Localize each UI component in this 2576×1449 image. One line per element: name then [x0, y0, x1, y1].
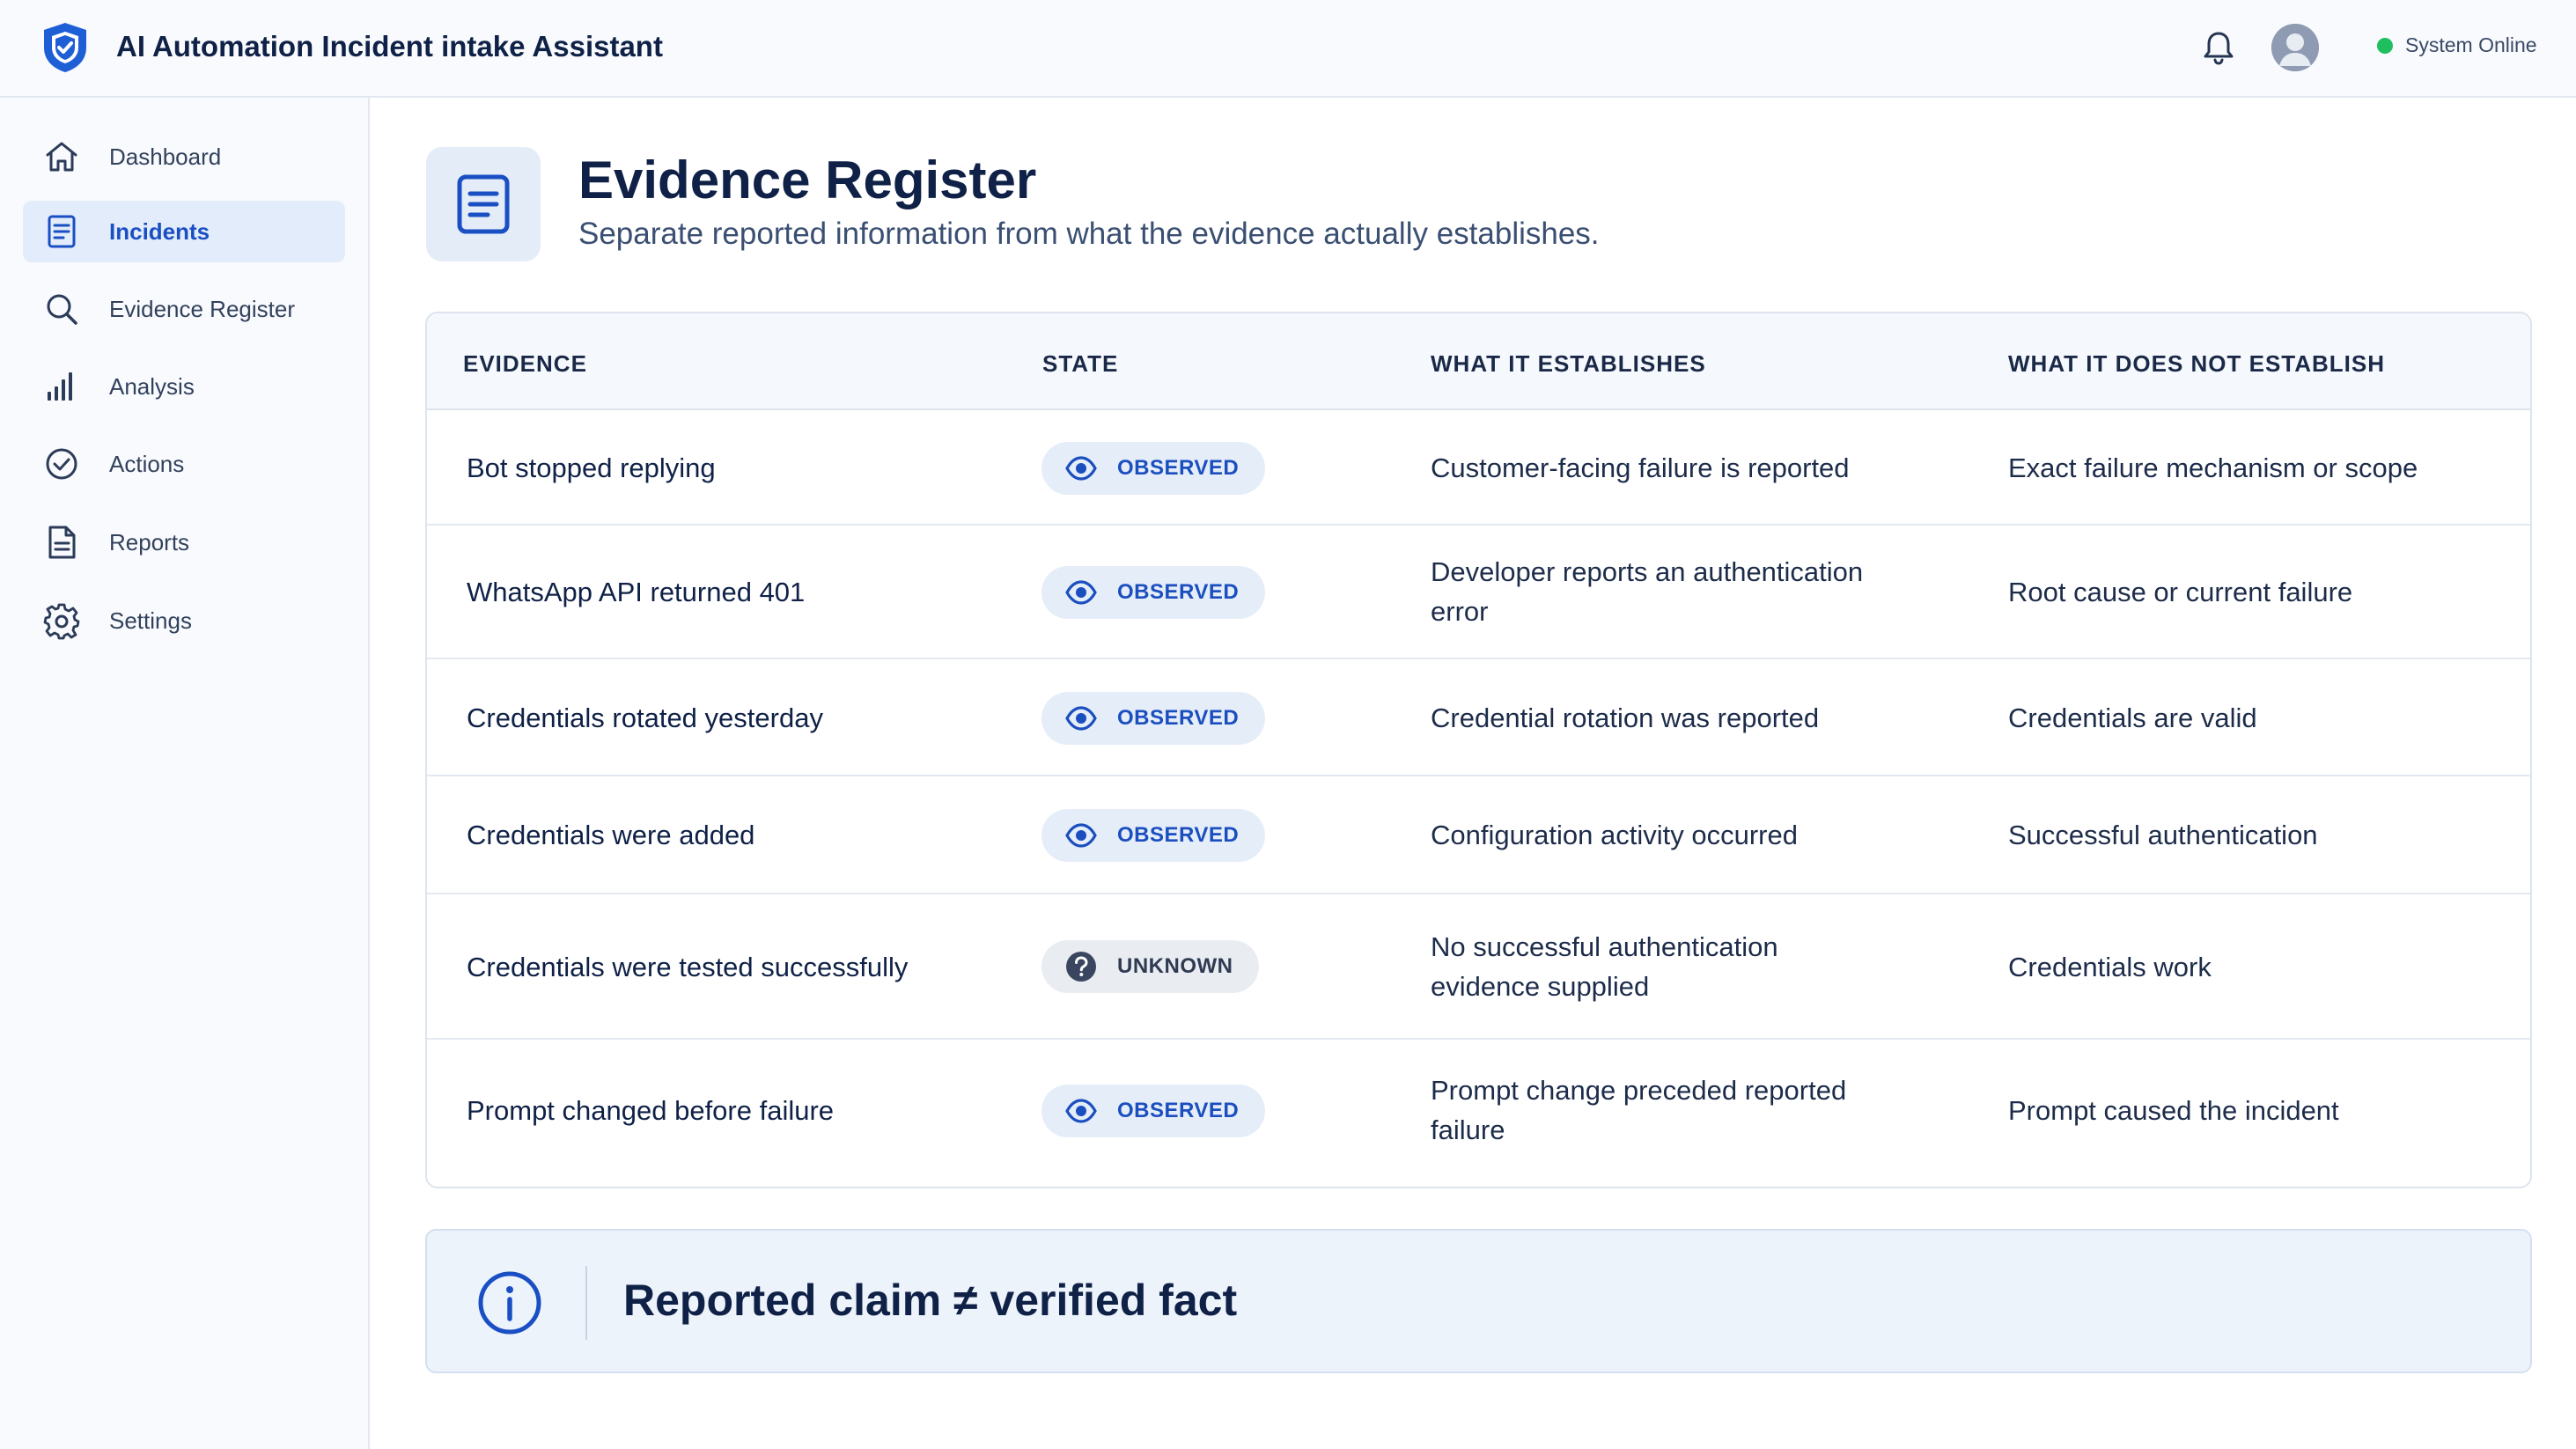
search-icon — [47, 294, 77, 325]
sidebar-item-reports[interactable]: Reports — [23, 511, 345, 573]
page-title: Evidence Register — [578, 151, 1037, 210]
sidebar-item-settings[interactable]: Settings — [23, 590, 345, 651]
column-header-not-establish: WHAT IT DOES NOT ESTABLISH — [2008, 350, 2386, 377]
not-establish-cell: Credentials work — [2008, 952, 2212, 982]
state-label: OBSERVED — [1117, 823, 1240, 847]
status-dot-icon — [2377, 37, 2393, 54]
sidebar-item-label: Dashboard — [109, 143, 222, 170]
column-header-establishes: WHAT IT ESTABLISHES — [1431, 350, 1706, 377]
state-badge: UNKNOWN — [1041, 940, 1260, 993]
app-title: AI Automation Incident intake Assistant — [116, 30, 663, 63]
state-badge: OBSERVED — [1041, 442, 1266, 495]
evidence-cell: Credentials were tested successfully — [467, 952, 909, 982]
evidence-cell: WhatsApp API returned 401 — [467, 577, 806, 607]
page-subtitle: Separate reported information from what … — [578, 217, 1600, 251]
table-row[interactable]: Credentials were added OBSERVED Configur… — [427, 776, 2530, 894]
not-establish-cell: Root cause or current failure — [2008, 577, 2353, 607]
establishes-cell: Credential rotation was reported — [1431, 702, 1820, 733]
sidebar-item-dashboard[interactable]: Dashboard — [23, 126, 345, 188]
shield-check-icon — [44, 23, 86, 72]
question-circle-icon — [1066, 952, 1096, 982]
table-row[interactable]: Credentials were tested successfully UNK… — [427, 894, 2530, 1040]
table-row[interactable]: Prompt changed before failure OBSERVED P… — [427, 1040, 2530, 1187]
state-label: OBSERVED — [1117, 706, 1240, 730]
eye-icon — [1065, 580, 1097, 605]
establishes-cell: Developer reports an authentication erro… — [1431, 556, 1864, 627]
table-row[interactable]: WhatsApp API returned 401 OBSERVED Devel… — [427, 526, 2530, 659]
state-label: OBSERVED — [1117, 580, 1240, 604]
sidebar-item-label: Incidents — [109, 217, 210, 245]
establishes-cell: Configuration activity occurred — [1431, 820, 1798, 850]
evidence-cell: Prompt changed before failure — [467, 1095, 835, 1126]
sidebar-item-label: Evidence Register — [109, 295, 295, 322]
establishes-cell: No successful authentication evidence su… — [1431, 931, 1778, 1002]
sidebar-item-label: Actions — [109, 450, 185, 477]
state-badge: OBSERVED — [1041, 1085, 1266, 1137]
sidebar-item-analysis[interactable]: Analysis — [23, 356, 345, 417]
bar-chart-icon — [48, 372, 72, 401]
eye-icon — [1065, 456, 1097, 481]
state-badge: OBSERVED — [1041, 566, 1266, 619]
eye-icon — [1065, 1099, 1097, 1123]
callout-banner: Reported claim ≠ verified fact — [425, 1229, 2532, 1373]
establishes-cell: Prompt change preceded reported failure — [1431, 1075, 1847, 1145]
sidebar-item-actions[interactable]: Actions — [23, 433, 345, 495]
sidebar-item-incidents[interactable]: Incidents — [23, 201, 345, 262]
evidence-cell: Credentials were added — [467, 820, 755, 850]
home-icon — [46, 142, 77, 172]
status-text: System Online — [2405, 33, 2537, 56]
document-list-icon — [48, 215, 76, 248]
state-label: OBSERVED — [1117, 1099, 1240, 1122]
not-establish-cell: Exact failure mechanism or scope — [2008, 452, 2418, 483]
state-label: OBSERVED — [1117, 456, 1240, 480]
document-lines-icon — [457, 174, 510, 234]
sidebar-item-label: Analysis — [109, 372, 195, 400]
not-establish-cell: Prompt caused the incident — [2008, 1095, 2339, 1126]
sidebar-item-label: Settings — [109, 607, 192, 634]
state-label: UNKNOWN — [1117, 954, 1233, 978]
evidence-table: EVIDENCE STATE WHAT IT ESTABLISHES WHAT … — [425, 312, 2532, 1188]
check-circle-icon — [46, 448, 77, 480]
not-establish-cell: Credentials are valid — [2008, 702, 2257, 733]
callout-divider — [585, 1266, 587, 1340]
establishes-cell: Customer-facing failure is reported — [1431, 452, 1850, 483]
table-row[interactable]: Bot stopped replying OBSERVED Customer-f… — [427, 410, 2530, 526]
state-badge: OBSERVED — [1041, 692, 1266, 745]
sidebar-item-label: Reports — [109, 528, 190, 555]
column-header-state: STATE — [1042, 350, 1119, 377]
report-icon — [48, 526, 76, 559]
evidence-cell: Bot stopped replying — [467, 452, 716, 483]
eye-icon — [1065, 706, 1097, 731]
eye-icon — [1065, 823, 1097, 848]
state-badge: OBSERVED — [1041, 809, 1266, 862]
gear-icon — [43, 603, 80, 640]
sidebar: Dashboard Incidents Evidence Register An… — [0, 98, 370, 1449]
evidence-cell: Credentials rotated yesterday — [467, 702, 823, 733]
bell-icon[interactable] — [2199, 28, 2238, 67]
column-header-evidence: EVIDENCE — [463, 350, 587, 377]
system-status: System Online — [2377, 33, 2537, 57]
sidebar-item-evidence-register[interactable]: Evidence Register — [23, 278, 345, 340]
top-bar: AI Automation Incident intake Assistant … — [0, 0, 2576, 98]
user-avatar-icon[interactable] — [2271, 24, 2319, 71]
table-row[interactable]: Credentials rotated yesterday OBSERVED C… — [427, 659, 2530, 776]
table-header: EVIDENCE STATE WHAT IT ESTABLISHES WHAT … — [427, 313, 2530, 410]
not-establish-cell: Successful authentication — [2008, 820, 2318, 850]
info-circle-icon — [478, 1271, 541, 1335]
callout-text: Reported claim ≠ verified fact — [623, 1276, 1238, 1325]
page-icon-box — [426, 147, 541, 261]
